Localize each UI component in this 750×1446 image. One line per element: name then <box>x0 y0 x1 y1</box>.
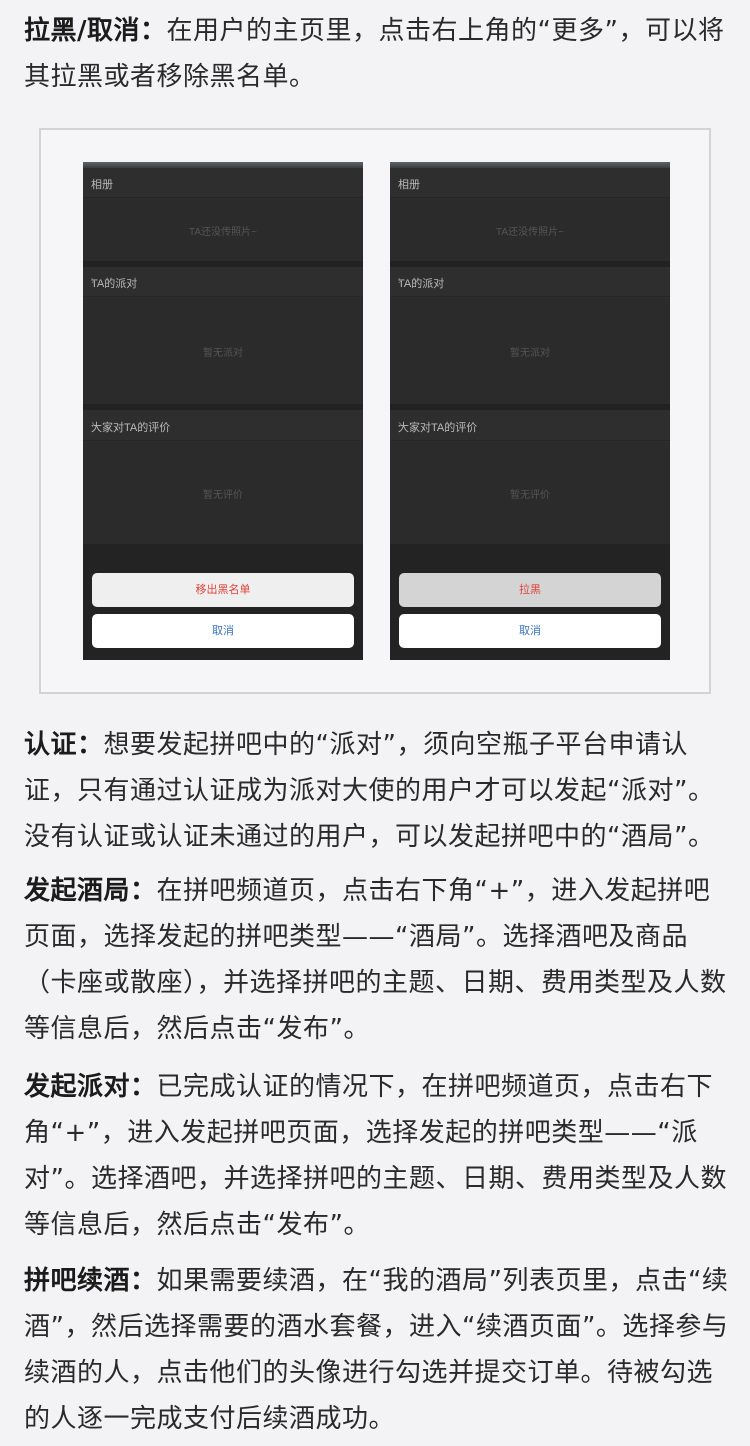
album-title: 相册 <box>91 179 113 191</box>
review-empty-text: 暂无评价 <box>203 490 243 501</box>
screenshot-frame: 相册 TA还没传照片~ TA的派对 › 暂无派对 大家对TA的评价 › 暂无评价… <box>39 128 711 694</box>
cancel-button[interactable]: 取消 <box>92 614 354 648</box>
review-body: 暂无评价 <box>83 442 363 544</box>
divider <box>83 404 363 410</box>
review-body: 暂无评价 <box>390 442 670 544</box>
album-header: 相册 <box>83 168 363 198</box>
album-empty-text: TA还没传照片~ <box>189 227 257 238</box>
party-section: 发起派对：已完成认证的情况下，在拼吧频道页，点击右下角“+”，进入发起拼吧页面，… <box>24 1064 736 1248</box>
block-section-title: 拉黑/取消： <box>24 16 167 46</box>
divider <box>390 404 670 410</box>
verify-section: 认证：想要发起拼吧中的“派对”，须向空瓶子平台申请认证，只有通过认证成为派对大使… <box>24 722 736 860</box>
phone-block: 相册 TA还没传照片~ TA的派对 › 暂无派对 大家对TA的评价 › 暂无评价… <box>390 162 670 660</box>
chevron-right-icon: › <box>91 273 95 287</box>
block-section: 拉黑/取消：在用户的主页里，点击右上角的“更多”，可以将其拉黑或者移除黑名单。 <box>24 8 736 100</box>
album-header: 相册 <box>390 168 670 198</box>
album-body: TA还没传照片~ <box>83 199 363 261</box>
album-body: TA还没传照片~ <box>390 199 670 261</box>
review-header[interactable]: 大家对TA的评价 › <box>390 411 670 441</box>
party-body: 暂无派对 <box>390 298 670 404</box>
bar-section: 发起酒局：在拼吧频道页，点击右下角“+”，进入发起拼吧页面，选择发起的拼吧类型—… <box>24 868 736 1052</box>
verify-section-text: 想要发起拼吧中的“派对”，须向空瓶子平台申请认证，只有通过认证成为派对大使的用户… <box>24 730 715 852</box>
album-empty-text: TA还没传照片~ <box>496 227 564 238</box>
verify-section-title: 认证： <box>24 730 104 760</box>
phone-unblock: 相册 TA还没传照片~ TA的派对 › 暂无派对 大家对TA的评价 › 暂无评价… <box>83 162 363 660</box>
party-section-title: 发起派对： <box>24 1072 157 1102</box>
party-empty-text: 暂无派对 <box>510 348 550 359</box>
cancel-button[interactable]: 取消 <box>399 614 661 648</box>
bar-section-title: 发起酒局： <box>24 876 157 906</box>
block-button[interactable]: 拉黑 <box>399 573 661 607</box>
refill-section: 拼吧续酒：如果需要续酒，在“我的酒局”列表页里，点击“续酒”，然后选择需要的酒水… <box>24 1258 736 1442</box>
chevron-right-icon: › <box>398 273 402 287</box>
unblock-button[interactable]: 移出黑名单 <box>92 573 354 607</box>
party-header[interactable]: TA的派对 › <box>390 267 670 297</box>
review-header[interactable]: 大家对TA的评价 › <box>83 411 363 441</box>
chevron-right-icon: › <box>91 417 95 431</box>
album-title: 相册 <box>398 179 420 191</box>
refill-section-title: 拼吧续酒： <box>24 1266 157 1296</box>
chevron-right-icon: › <box>398 417 402 431</box>
review-empty-text: 暂无评价 <box>510 490 550 501</box>
party-header[interactable]: TA的派对 › <box>83 267 363 297</box>
party-empty-text: 暂无派对 <box>203 348 243 359</box>
party-body: 暂无派对 <box>83 298 363 404</box>
